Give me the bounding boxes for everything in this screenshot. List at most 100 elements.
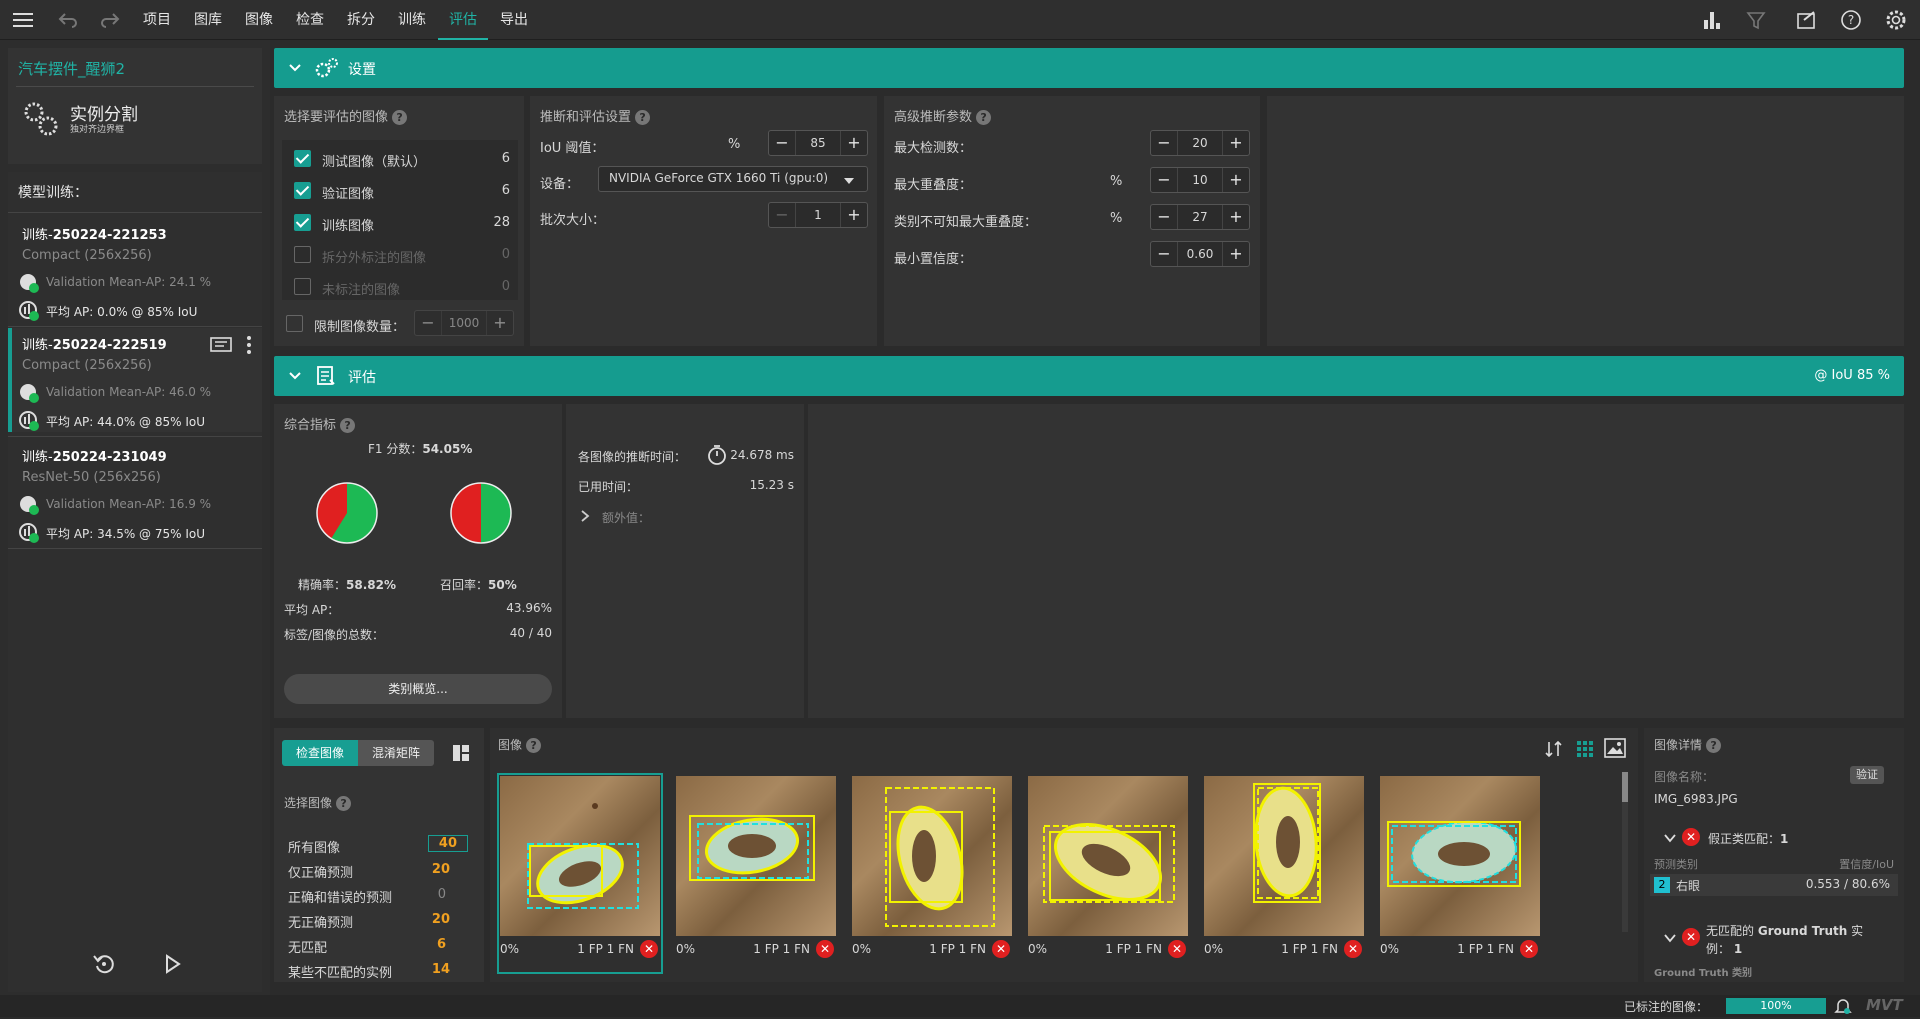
reset-icon[interactable] xyxy=(92,952,116,976)
iou-threshold-stepper[interactable]: −85 + xyxy=(768,130,868,156)
chevron-down-icon[interactable] xyxy=(1664,932,1676,947)
filter-label: 仅正确预测 xyxy=(288,866,354,881)
undo-icon[interactable] xyxy=(56,8,80,32)
menu-train[interactable]: 训练 xyxy=(397,0,427,40)
thumb-percentage: 0% xyxy=(676,942,696,956)
prediction-iou: 80.6% xyxy=(1851,877,1890,891)
filter-count: 40 xyxy=(427,835,468,852)
outside-split-checkbox[interactable] xyxy=(294,246,311,263)
help-icon[interactable]: ? xyxy=(526,738,542,753)
play-icon[interactable] xyxy=(160,952,184,976)
max-overlap-unit: % xyxy=(1110,174,1123,189)
settings-section-header[interactable]: 设置 xyxy=(274,48,1904,88)
max-detections-stepper[interactable]: −20 + xyxy=(1150,130,1250,156)
filter-count: 6 xyxy=(436,937,446,952)
menu-gallery[interactable]: 图库 xyxy=(193,0,223,40)
device-select[interactable]: NVIDIA GeForce GTX 1660 Ti (gpu:0) xyxy=(598,166,868,192)
menu-images[interactable]: 图像 xyxy=(244,0,274,40)
redo-icon[interactable] xyxy=(98,8,122,32)
comment-icon[interactable] xyxy=(210,336,232,356)
thumb-percentage: 0% xyxy=(852,942,872,956)
image-name-value: IMG_6983.JPG xyxy=(1654,792,1738,806)
image-thumbnail[interactable]: 0% 1 FP 1 FN ✕ xyxy=(1380,776,1540,971)
filter-all-images[interactable]: 所有图像 40 xyxy=(288,835,468,856)
filter-only-correct[interactable]: 仅正确预测 20 xyxy=(288,862,468,881)
help-icon[interactable]: ? xyxy=(392,110,408,125)
project-name[interactable]: 汽车摆件_醒狮2 xyxy=(18,58,125,79)
image-name-label: 图像名称： xyxy=(1654,770,1715,784)
help-icon[interactable]: ? xyxy=(635,110,651,125)
menu-project[interactable]: 项目 xyxy=(143,0,171,40)
menu-inspect[interactable]: 检查 xyxy=(295,0,325,40)
help-icon[interactable]: ? xyxy=(340,418,356,433)
menu-split[interactable]: 拆分 xyxy=(346,0,376,40)
feedback-icon[interactable] xyxy=(1795,8,1819,32)
model-arch: Compact (256x256) xyxy=(22,248,152,263)
image-thumbnail[interactable]: 0% 1 FP 1 FN ✕ xyxy=(1204,776,1364,971)
filter-icon[interactable] xyxy=(1744,8,1768,32)
sort-icon[interactable] xyxy=(1544,740,1564,762)
tab-confusion-matrix[interactable]: 混淆矩阵 xyxy=(358,740,434,766)
max-detections-value: 20 xyxy=(1177,131,1223,155)
menu-evaluate[interactable]: 评估 xyxy=(438,0,488,40)
layout-toggle-icon[interactable] xyxy=(452,744,470,766)
model-item-selected[interactable]: 训练-250224-222519 Compact (256x256) Valid… xyxy=(8,328,262,432)
limit-images-stepper[interactable]: −1000 + xyxy=(414,310,514,336)
min-confidence-stepper[interactable]: −0.60 + xyxy=(1150,241,1250,267)
filter-no-match[interactable]: 无匹配 6 xyxy=(288,937,468,956)
batch-size-stepper[interactable]: −1 + xyxy=(768,202,868,228)
test-images-count: 6 xyxy=(501,151,510,166)
settings-gear-icon[interactable] xyxy=(1882,6,1910,34)
thumb-percentage: 0% xyxy=(500,942,520,956)
bar-chart-icon[interactable] xyxy=(1700,8,1724,32)
image-thumbnail[interactable]: 0% 1 FP 1 FN ✕ xyxy=(497,773,663,974)
hamburger-menu-icon[interactable] xyxy=(10,8,36,32)
image-thumbnail[interactable]: 0% 1 FP 1 FN ✕ xyxy=(1028,776,1188,971)
image-view-icon[interactable] xyxy=(1604,738,1626,762)
prediction-row[interactable]: 2 右眼 0.553 / 80.6% xyxy=(1650,874,1898,896)
more-menu-icon[interactable] xyxy=(244,334,254,356)
filter-some-unmatched[interactable]: 某些不匹配的实例 14 xyxy=(288,962,468,981)
tab-inspect-images[interactable]: 检查图像 xyxy=(282,740,358,766)
average-ap-label: 平均 AP： xyxy=(284,603,340,617)
model-item[interactable]: 训练-250224-221253 Compact (256x256) Valid… xyxy=(8,218,262,322)
menu-export[interactable]: 导出 xyxy=(499,0,529,40)
total-labels-label: 标签/图像的总数： xyxy=(284,628,385,642)
help-icon[interactable]: ? xyxy=(976,110,992,125)
image-thumbnail[interactable]: 0% 1 FP 1 FN ✕ xyxy=(676,776,836,971)
filter-correct-and-wrong[interactable]: 正确和错误的预测 0 xyxy=(288,887,468,906)
thumb-stats: 1 FP 1 FN xyxy=(753,942,810,956)
limit-images-checkbox[interactable] xyxy=(286,315,303,332)
training-images-checkbox[interactable] xyxy=(294,214,311,231)
settings-title: 设置 xyxy=(348,62,376,78)
decrement-button[interactable]: − xyxy=(769,131,795,155)
validation-images-checkbox[interactable] xyxy=(294,182,311,199)
help-icon[interactable]: ? xyxy=(336,796,352,811)
filter-no-correct[interactable]: 无正确预测 20 xyxy=(288,912,468,931)
model-title-prefix: 训练- xyxy=(22,338,53,353)
image-thumbnail[interactable]: 0% 1 FP 1 FN ✕ xyxy=(852,776,1012,971)
grid-scrollbar[interactable] xyxy=(1622,772,1628,932)
class-agnostic-overlap-stepper[interactable]: −27 + xyxy=(1150,204,1250,230)
model-title-id: 250224-221253 xyxy=(52,228,167,243)
help-icon[interactable]: ? xyxy=(1839,8,1863,32)
chart-check-icon xyxy=(18,300,40,322)
help-icon[interactable]: ? xyxy=(1706,738,1722,753)
unlabeled-checkbox[interactable] xyxy=(294,278,311,295)
increment-button[interactable]: + xyxy=(841,131,867,155)
chevron-down-icon[interactable] xyxy=(1664,832,1676,847)
model-item[interactable]: 训练-250224-231049 ResNet-50 (256x256) Val… xyxy=(8,440,262,544)
notification-bell-icon[interactable] xyxy=(1834,997,1852,1019)
evaluate-section-header[interactable]: 评估 @ IoU 85 % xyxy=(274,356,1904,396)
extra-values-label[interactable]: 额外值： xyxy=(602,509,650,526)
max-overlap-stepper[interactable]: −10 + xyxy=(1150,167,1250,193)
chevron-right-icon[interactable] xyxy=(580,510,590,526)
error-x-icon: ✕ xyxy=(816,940,834,958)
increment-button[interactable]: + xyxy=(841,203,867,227)
decrement-button[interactable]: − xyxy=(769,203,795,227)
class-overview-button[interactable]: 类别概览... xyxy=(284,674,552,704)
error-x-icon: ✕ xyxy=(1520,940,1538,958)
test-images-checkbox[interactable] xyxy=(294,150,311,167)
model-ap: 平均 AP: 44.0% @ 85% IoU xyxy=(46,415,206,429)
grid-view-icon[interactable] xyxy=(1576,740,1594,762)
